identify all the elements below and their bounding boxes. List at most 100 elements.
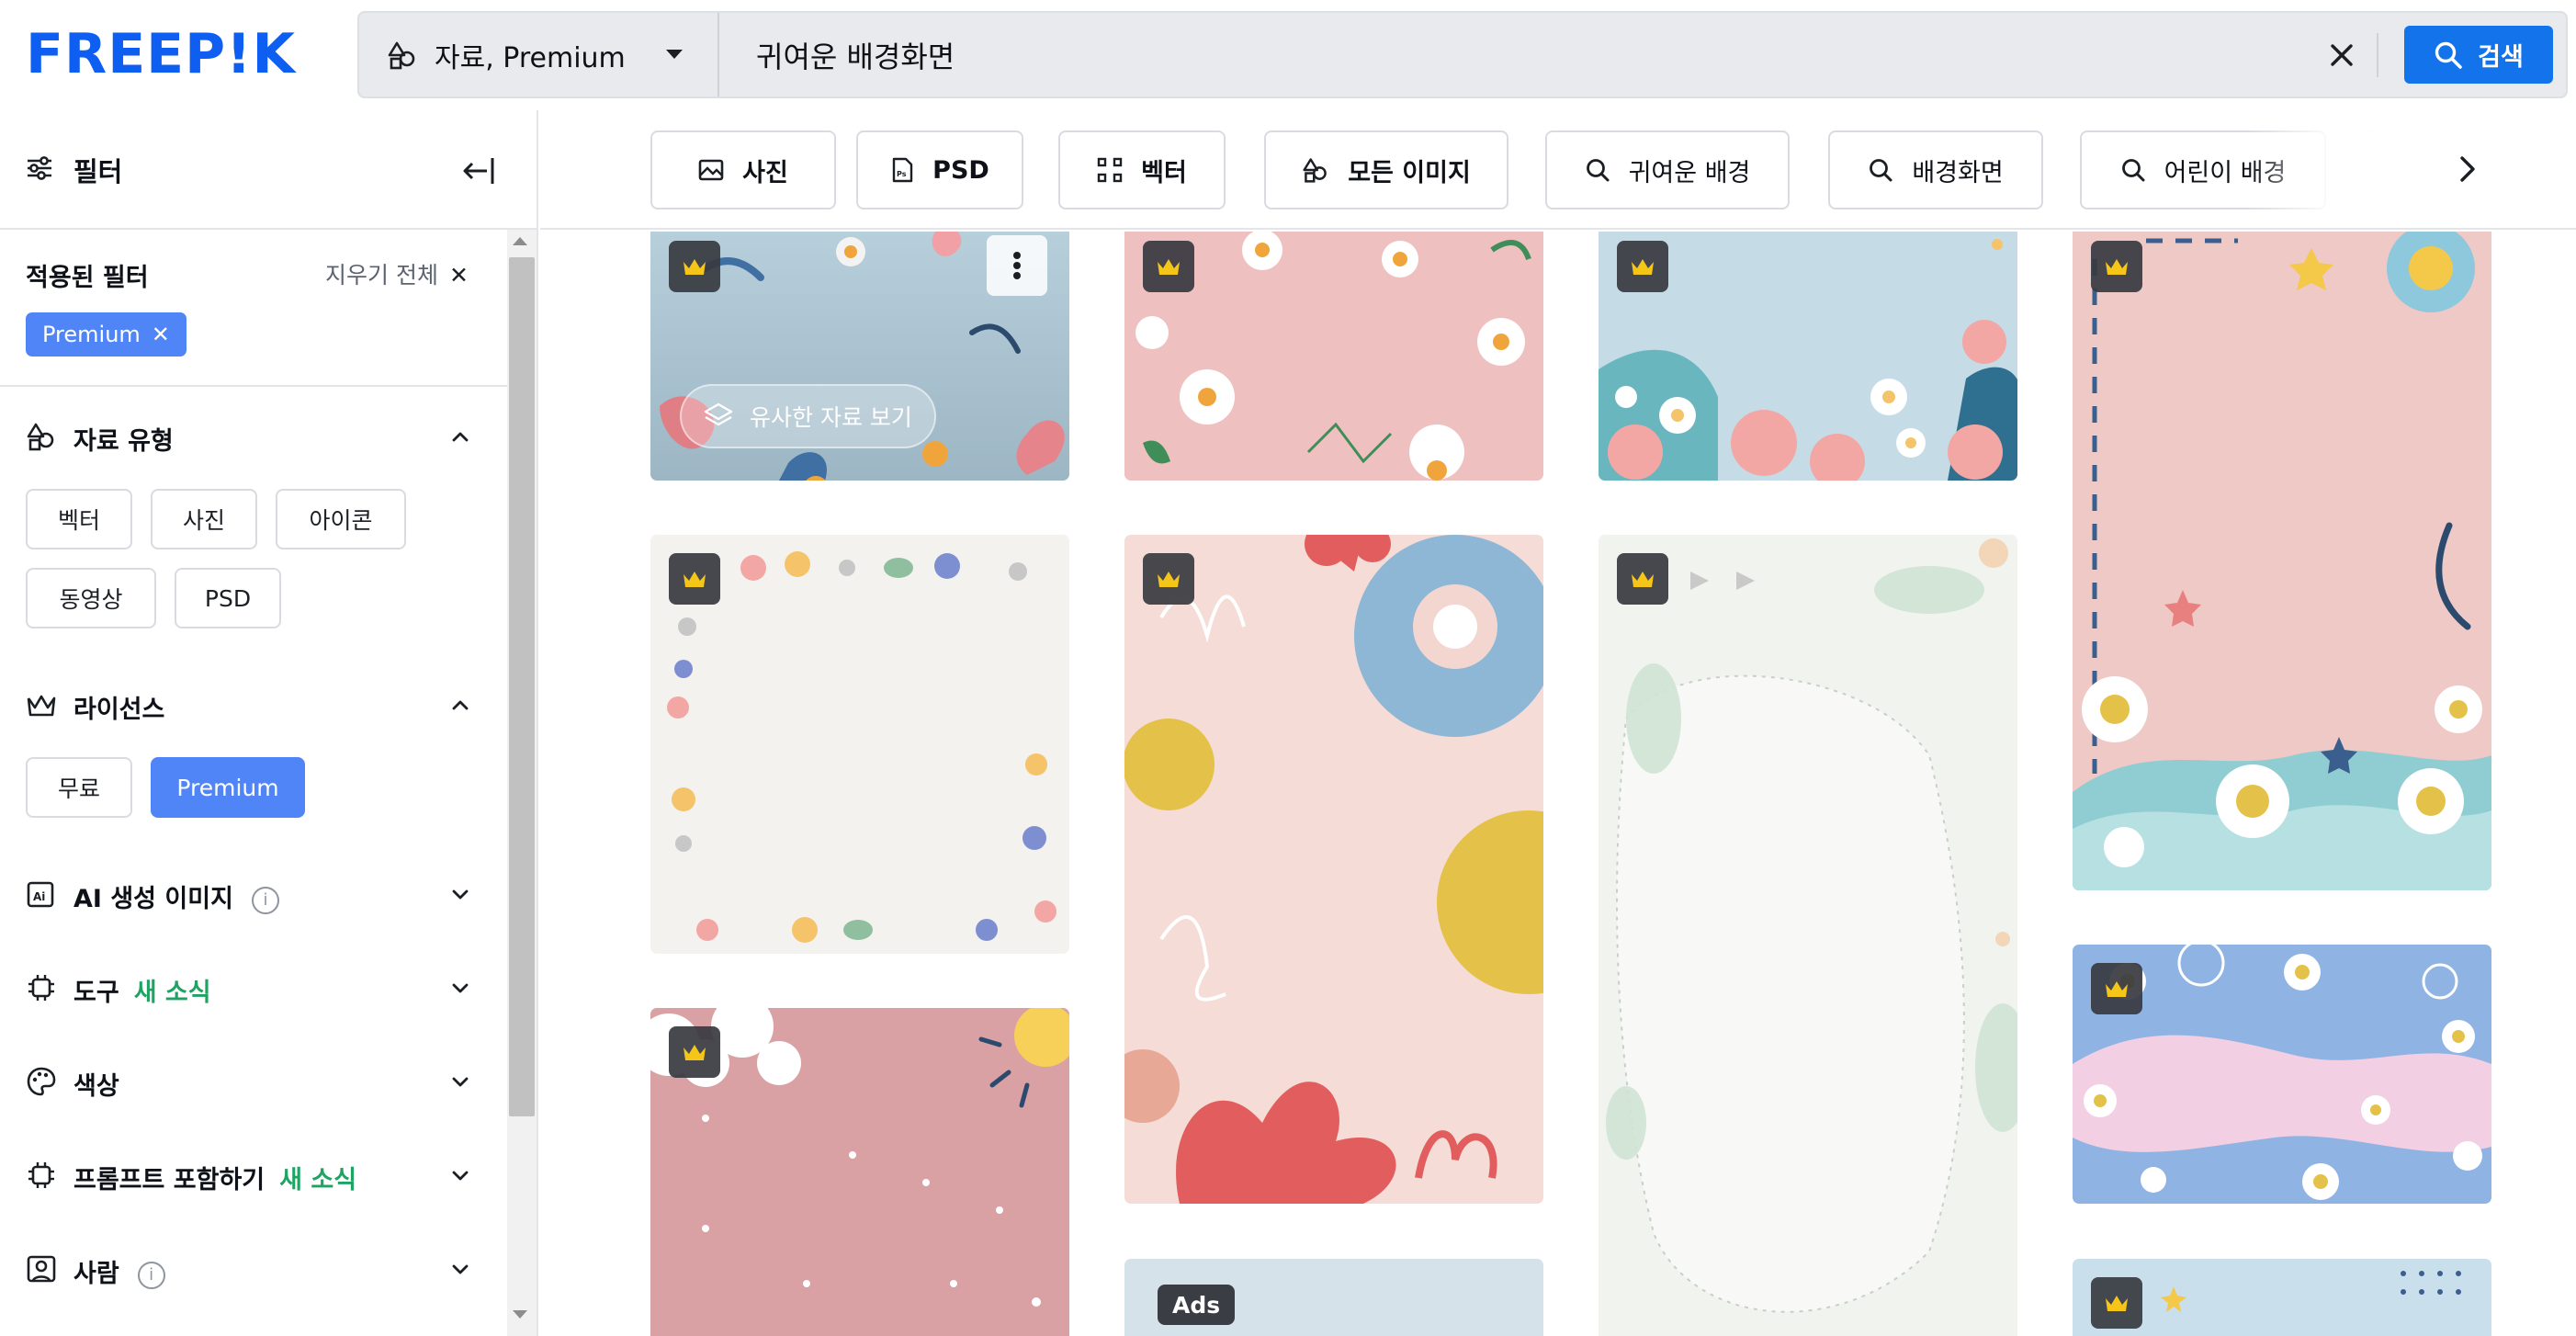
sidebar-scrollbar-thumb[interactable] [509, 257, 535, 1116]
chip-label: 벡터 [1141, 158, 1187, 187]
new-badge: 새 소식 [279, 1166, 357, 1194]
section-asset-type[interactable]: 자료 유형 [26, 413, 481, 459]
section-tools[interactable]: 도구 새 소식 [26, 965, 481, 1011]
result-card[interactable] [1124, 232, 1543, 481]
section-color[interactable]: 색상 [26, 1059, 481, 1104]
premium-crown-badge [669, 241, 720, 292]
section-title: 도구 새 소식 [73, 972, 211, 1008]
chevron-down-icon [452, 983, 469, 993]
scroll-down-arrow[interactable] [513, 1310, 527, 1319]
ads-badge: Ads [1158, 1285, 1236, 1325]
premium-crown-badge [1143, 553, 1194, 605]
new-badge: 새 소식 [133, 979, 211, 1007]
remove-icon: ✕ [151, 322, 170, 347]
chevron-down-icon [452, 889, 469, 900]
shapes-icon [388, 41, 415, 69]
chevron-down-icon [452, 1264, 469, 1274]
view-similar-label: 유사한 자료 보기 [750, 404, 912, 431]
chevron-right-icon[interactable] [2451, 153, 2484, 186]
view-similar-button[interactable]: 유사한 자료 보기 [680, 384, 936, 448]
tag-video[interactable]: 동영상 [26, 568, 156, 628]
chip-label: 귀여운 배경 [1628, 158, 1751, 187]
freepik-logo[interactable]: FREEP!K [26, 28, 338, 79]
chip-cute-background[interactable]: 귀여운 배경 [1545, 130, 1790, 209]
search-icon [2403, 159, 2426, 182]
section-prompt[interactable]: 프롬프트 포함하기 새 소식 [26, 1152, 481, 1198]
search-icon [1870, 159, 1892, 182]
search-button-label: 검색 [2478, 43, 2524, 72]
collapse-sidebar-icon[interactable] [461, 153, 498, 189]
result-card[interactable]: 유사한 자료 보기 [650, 232, 1069, 481]
chip-label: 배경화면 [1912, 158, 2004, 187]
clear-all-label: 지우기 전체 [325, 262, 438, 289]
result-card[interactable] [650, 535, 1069, 954]
card-image [2073, 232, 2491, 890]
chip-psd[interactable]: Ps PSD [856, 130, 1023, 209]
asset-type-dropdown[interactable]: 자료, Premium [359, 13, 719, 96]
person-frame-icon [27, 1255, 56, 1283]
section-title-text: 도구 [73, 979, 119, 1007]
search-button[interactable]: 검색 [2404, 26, 2553, 84]
chip-vector[interactable]: 벡터 [1058, 130, 1226, 209]
section-people[interactable]: 사람 i [26, 1246, 481, 1292]
premium-crown-badge [669, 553, 720, 605]
crown-icon [684, 572, 706, 587]
top-header: FREEP!K 자료, Premium 검색 [0, 0, 2576, 110]
section-title: 프롬프트 포함하기 새 소식 [73, 1160, 356, 1195]
result-card[interactable] [650, 1008, 1069, 1336]
more-vertical-icon [1013, 252, 1021, 279]
result-card[interactable] [1599, 535, 2017, 1336]
applied-chip-premium[interactable]: Premium ✕ [26, 312, 186, 357]
section-title: 자료 유형 [73, 427, 174, 456]
tag-vector[interactable]: 벡터 [26, 489, 132, 549]
crown-icon [2106, 259, 2128, 275]
applied-chip-label: Premium [42, 322, 141, 347]
crown-icon [1158, 572, 1180, 587]
search-bar: 자료, Premium 검색 [357, 11, 2568, 98]
result-card[interactable] [1124, 535, 1543, 1204]
card-image [1599, 535, 2017, 1336]
section-title: AI 생성 이미지 i [73, 878, 279, 914]
crown-icon [2106, 981, 2128, 997]
section-title: 라이선스 [73, 696, 165, 724]
chip-wallpaper[interactable]: 배경화면 [1828, 130, 2043, 209]
section-ai-generated[interactable]: Ai AI 생성 이미지 i [26, 871, 481, 917]
filter-title: 필터 [73, 156, 123, 187]
result-card[interactable] [2073, 945, 2491, 1204]
crown-icon [1158, 259, 1180, 275]
info-icon[interactable]: i [137, 1261, 165, 1289]
premium-crown-badge [1143, 241, 1194, 292]
chip-icon [28, 975, 54, 1001]
search-input[interactable] [756, 31, 2171, 79]
scroll-up-arrow[interactable] [513, 237, 527, 245]
premium-crown-badge [669, 1026, 720, 1078]
tag-photo[interactable]: 사진 [151, 489, 257, 549]
crown-icon [684, 259, 706, 275]
chip-kids-background[interactable]: 어린이 배경 [2080, 130, 2326, 209]
chip-all-images[interactable]: 모든 이미지 [1264, 130, 1508, 209]
close-icon[interactable] [2323, 37, 2360, 74]
tag-icon[interactable]: 아이콘 [276, 489, 406, 549]
vector-nodes-icon [1097, 157, 1123, 183]
section-title: 색상 [73, 1072, 119, 1101]
more-options-button[interactable] [987, 235, 1047, 296]
chip-photo[interactable]: 사진 [650, 130, 836, 209]
crown-icon [684, 1045, 706, 1060]
ad-card[interactable]: Ads [1124, 1259, 1543, 1336]
tag-free[interactable]: 무료 [26, 757, 132, 818]
shapes-icon [1303, 158, 1328, 183]
section-license[interactable]: 라이선스 [26, 682, 481, 728]
result-card[interactable] [2073, 1259, 2491, 1336]
psd-file-icon: Ps [892, 157, 913, 183]
clear-all-button[interactable]: 지우기 전체 ✕ [325, 257, 469, 290]
shapes-icon [27, 423, 54, 451]
tag-psd[interactable]: PSD [175, 568, 281, 628]
premium-crown-badge [1617, 553, 1668, 605]
tag-premium[interactable]: Premium [151, 757, 305, 818]
info-icon[interactable]: i [251, 886, 279, 914]
result-card[interactable] [2073, 232, 2491, 890]
crown-icon [1632, 572, 1654, 587]
result-card[interactable] [1599, 232, 2017, 481]
close-icon: ✕ [448, 262, 469, 289]
premium-crown-badge [2091, 963, 2142, 1014]
